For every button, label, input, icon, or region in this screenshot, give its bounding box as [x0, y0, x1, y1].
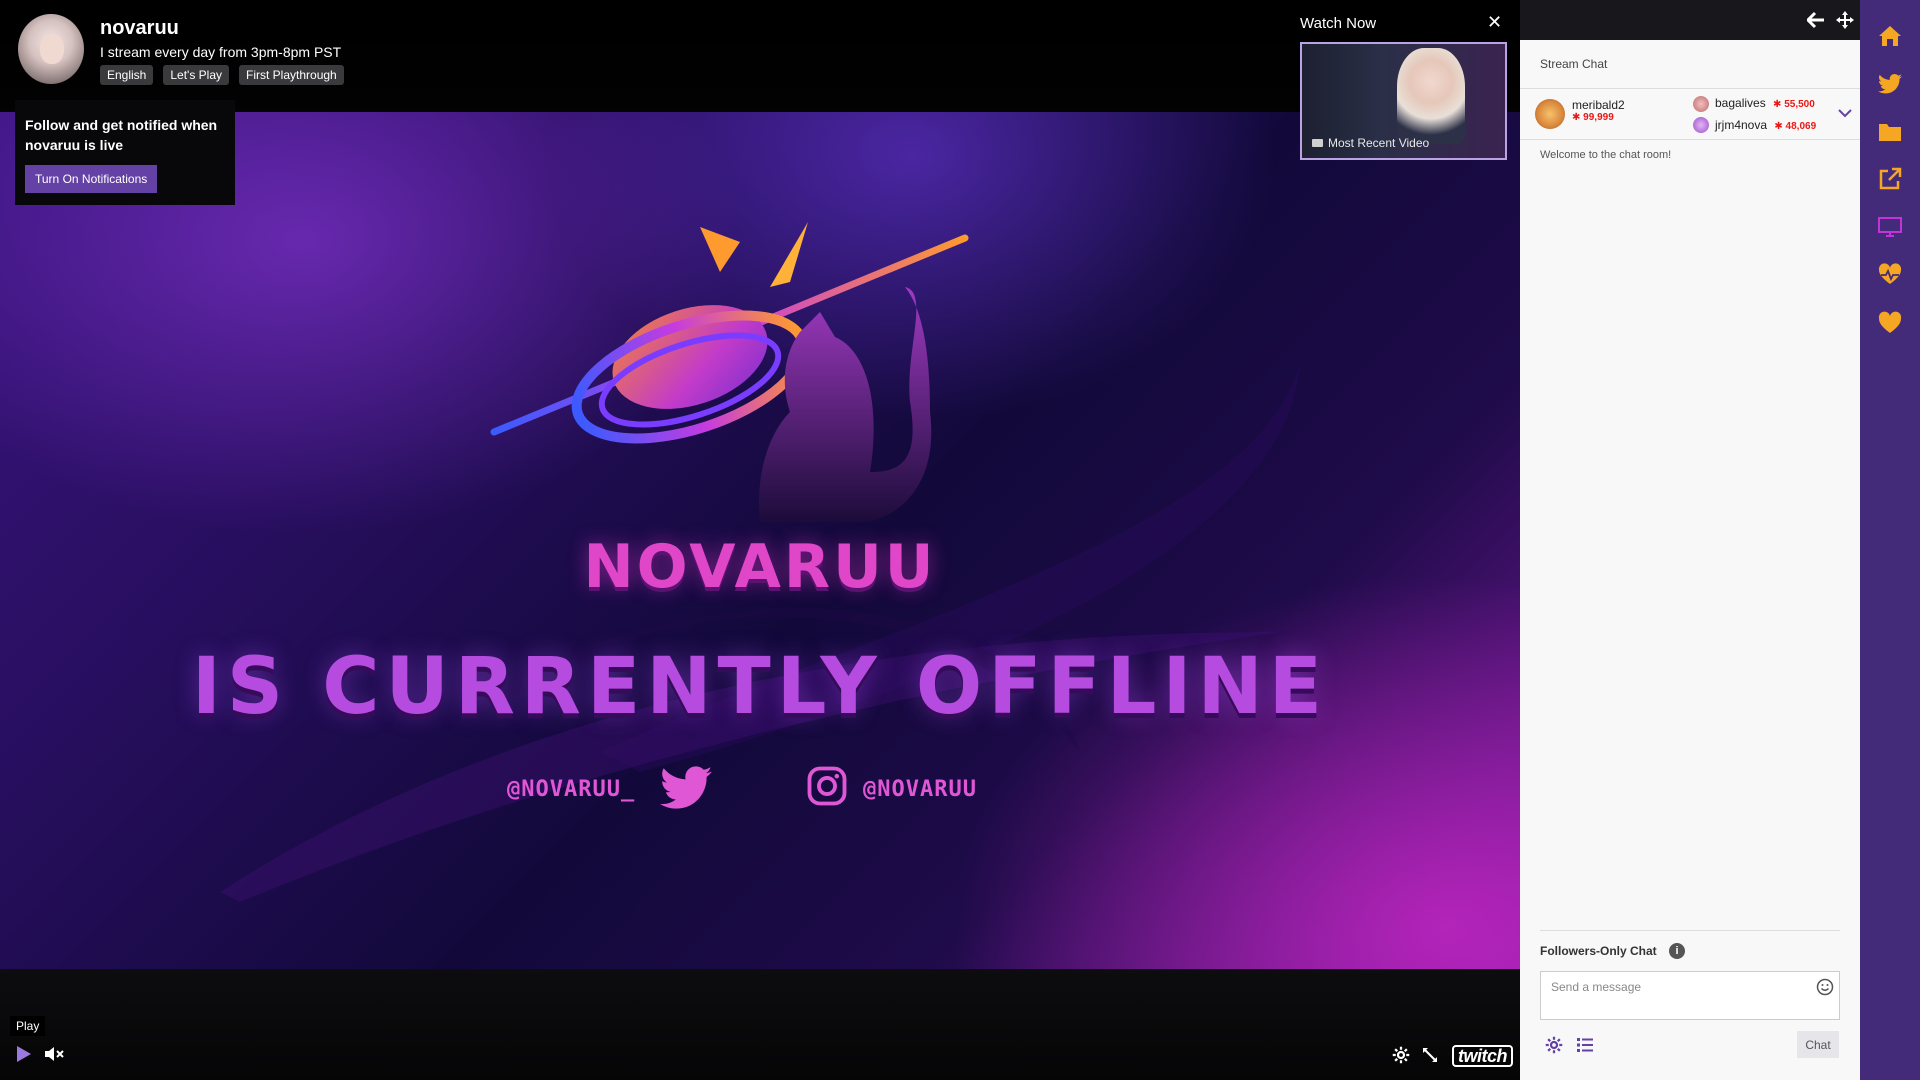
- mute-icon[interactable]: [44, 1046, 66, 1062]
- twitter-icon[interactable]: [1878, 72, 1902, 96]
- followers-only-label: Followers-Only Chat: [1540, 944, 1657, 958]
- viewer-list-icon[interactable]: [1576, 1037, 1594, 1053]
- banner-offline-status: IS CURRENTLY OFFLINE: [191, 642, 1329, 732]
- chatter-avatar: [1535, 99, 1565, 129]
- channel-name[interactable]: novaruu: [100, 17, 179, 40]
- top-chatter-3[interactable]: jrjm4nova ✱ 48,069: [1715, 118, 1816, 132]
- move-icon[interactable]: [1835, 10, 1855, 30]
- tag-lets-play[interactable]: Let's Play: [163, 65, 230, 85]
- banner-twitter-handle: @NOVARUU_: [507, 777, 636, 802]
- tag-first-playthrough[interactable]: First Playthrough: [239, 65, 344, 85]
- heart-pulse-icon[interactable]: [1878, 263, 1902, 287]
- chatter-avatar: [1693, 96, 1709, 112]
- heart-icon[interactable]: [1878, 311, 1902, 335]
- channel-avatar[interactable]: [18, 14, 84, 84]
- twitch-logo[interactable]: twitch: [1452, 1045, 1513, 1067]
- channel-description: I stream every day from 3pm-8pm PST: [100, 44, 342, 60]
- tag-english[interactable]: English: [100, 65, 154, 85]
- offline-banner: NOVARUU IS CURRENTLY OFFLINE @NOVARUU_ @…: [0, 112, 1520, 969]
- chevron-down-icon[interactable]: [1838, 108, 1852, 118]
- channel-info-bar: novaruu I stream every day from 3pm-8pm …: [0, 0, 1520, 160]
- follow-prompt-text: Follow and get notified when novaruu is …: [25, 117, 218, 153]
- chat-title: Stream Chat: [1540, 57, 1608, 71]
- emoji-icon[interactable]: [1816, 978, 1834, 996]
- right-rail: [1860, 0, 1920, 1080]
- monitor-icon[interactable]: [1878, 215, 1902, 239]
- chat-send-button[interactable]: Chat: [1797, 1031, 1839, 1058]
- most-recent-video-thumbnail[interactable]: Most Recent Video: [1300, 42, 1507, 160]
- top-chatter-1[interactable]: meribald2 ✱ 99,999: [1572, 98, 1625, 123]
- home-icon[interactable]: [1878, 24, 1902, 48]
- chatter-points: ✱ 99,999: [1572, 112, 1614, 123]
- chatter-name: meribald2: [1572, 98, 1625, 112]
- chat-message-input[interactable]: [1540, 971, 1840, 1020]
- chat-divider: [1520, 88, 1860, 89]
- chat-settings-icon[interactable]: [1545, 1036, 1563, 1054]
- watch-now-title: Watch Now: [1300, 15, 1377, 32]
- top-chatter-2[interactable]: bagalives ✱ 55,500: [1715, 96, 1815, 110]
- chat-panel: Stream Chat meribald2 ✱ 99,999 bagalives…: [1520, 0, 1860, 1080]
- thumbnail-label: Most Recent Video: [1312, 136, 1429, 150]
- channel-tags: English Let's Play First Playthrough: [100, 65, 344, 85]
- chatter-name: bagalives: [1715, 96, 1766, 110]
- expand-icon[interactable]: [1421, 1046, 1439, 1064]
- banner-instagram-icon: [807, 766, 847, 806]
- close-icon[interactable]: ✕: [1487, 12, 1502, 33]
- video-player[interactable]: NOVARUU IS CURRENTLY OFFLINE @NOVARUU_ @…: [0, 0, 1520, 1080]
- chatter-name: jrjm4nova: [1715, 118, 1768, 132]
- top-chatters: meribald2 ✱ 99,999 bagalives ✱ 55,500 jr…: [1520, 90, 1860, 140]
- play-icon[interactable]: [14, 1045, 32, 1063]
- external-link-icon[interactable]: [1878, 167, 1902, 191]
- play-tooltip: Play: [10, 1016, 46, 1036]
- thumbnail-label-text: Most Recent Video: [1328, 136, 1430, 150]
- chatter-points: ✱ 48,069: [1774, 121, 1817, 132]
- gear-icon[interactable]: [1392, 1046, 1410, 1064]
- info-icon[interactable]: i: [1669, 943, 1685, 959]
- banner-channel-name: NOVARUU: [583, 532, 937, 602]
- player-controls-bar: [0, 969, 1520, 1080]
- chatter-avatar: [1693, 117, 1709, 133]
- banner-instagram-handle: @NOVARUU: [863, 777, 977, 802]
- banner-twitter-icon: [660, 766, 712, 809]
- turn-on-notifications-button[interactable]: Turn On Notifications: [25, 165, 158, 193]
- folder-icon[interactable]: [1878, 120, 1902, 144]
- video-icon: [1312, 139, 1323, 147]
- arrow-left-icon[interactable]: [1807, 11, 1825, 29]
- follow-notification-prompt: Follow and get notified when novaruu is …: [15, 100, 235, 205]
- chat-topbar: [1520, 0, 1860, 40]
- chat-bottom-divider: [1540, 930, 1840, 931]
- thumbnail-streamer-image: [1397, 48, 1465, 144]
- welcome-message: Welcome to the chat room!: [1540, 149, 1672, 161]
- chatter-points: ✱ 55,500: [1773, 99, 1815, 110]
